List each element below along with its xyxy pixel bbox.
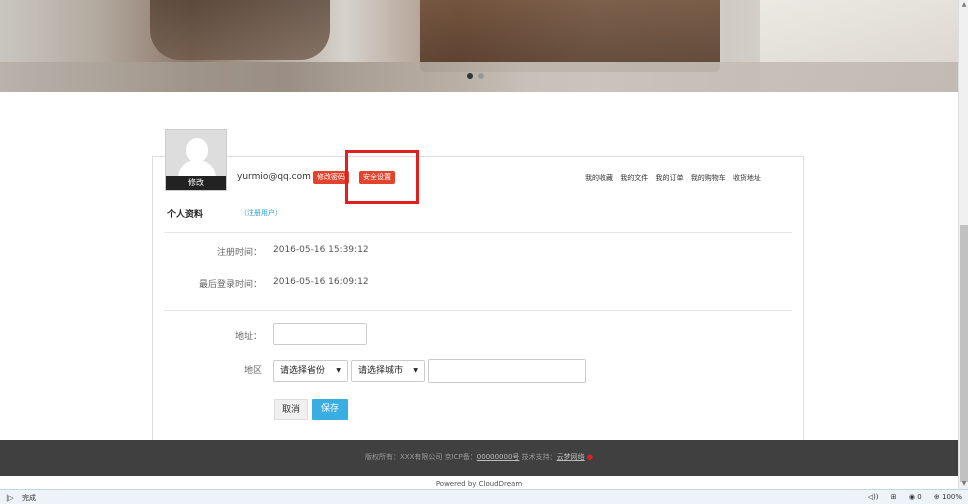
browser-status-bar: |▷ 完成 ◁)) ⊞ ◉ 0 ⊕ 100% [0, 489, 968, 504]
divider [164, 232, 792, 233]
speaker-icon[interactable]: ◁)) [868, 493, 879, 501]
avatar-edit-button[interactable]: 修改 [166, 176, 226, 190]
city-selected-value: 请选择城市 [358, 366, 404, 376]
carousel-dot-1[interactable] [467, 73, 473, 79]
link-files[interactable]: 我的文件 [620, 174, 648, 182]
link-cart[interactable]: 我的购物车 [691, 174, 726, 182]
blocked-count: 0 [917, 493, 922, 501]
last-login-label: 最后登录时间： [198, 280, 262, 290]
region-label: 地区 [243, 366, 262, 376]
carousel-dots [467, 73, 484, 79]
section-title: 个人资料 [167, 210, 204, 220]
status-text: 完成 [21, 494, 36, 502]
heart-icon: ● [586, 453, 593, 461]
powered-by: Powered by CloudDream [435, 480, 523, 488]
carousel-dot-2[interactable] [478, 73, 484, 79]
caret-down-icon: ▼ [413, 367, 418, 374]
register-time-label: 注册时间： [216, 248, 262, 258]
link-orders[interactable]: 我的订单 [655, 174, 683, 182]
scrollbar-thumb[interactable] [960, 225, 968, 482]
copyright-text: 版权所有：XXX有限公司 京ICP备： [364, 453, 477, 461]
avatar-head-icon [186, 138, 208, 162]
scroll-up-arrow-icon[interactable]: ▲ [959, 0, 968, 10]
province-select[interactable]: 请选择省份 ▼ [273, 360, 348, 382]
register-time-value: 2016-05-16 15:39:12 [273, 245, 369, 255]
cancel-button[interactable]: 取消 [274, 399, 308, 420]
highlight-box [345, 150, 419, 204]
address-label: 地址： [234, 332, 262, 342]
link-addresses[interactable]: 收货地址 [733, 174, 761, 182]
zoom-control[interactable]: ⊕ 100% [934, 493, 962, 501]
caret-down-icon: ▼ [336, 367, 341, 374]
save-button[interactable]: 保存 [312, 399, 348, 420]
change-password-button[interactable]: 修改密码 [313, 171, 349, 184]
banner-chair-image [150, 0, 330, 60]
last-login-value: 2016-05-16 16:09:12 [273, 277, 369, 287]
account-links: 我的收藏 我的文件 我的订单 我的购物车 收货地址 [585, 173, 766, 183]
user-type-label: （注册用户） [240, 209, 282, 217]
scroll-down-arrow-icon[interactable]: ▼ [959, 479, 968, 489]
address-detail-input[interactable] [428, 359, 586, 383]
zoom-level: 100% [941, 493, 962, 501]
hero-banner [0, 0, 958, 92]
download-icon[interactable]: ⊞ [891, 493, 897, 501]
province-selected-value: 请选择省份 [280, 366, 326, 376]
shield-icon[interactable]: ◉ 0 [909, 493, 922, 501]
support-prefix: 技术支持： [519, 453, 557, 461]
link-favorites[interactable]: 我的收藏 [585, 174, 613, 182]
address-input[interactable] [273, 323, 367, 345]
avatar[interactable]: 修改 [165, 129, 227, 191]
city-select[interactable]: 请选择城市 ▼ [351, 360, 425, 382]
icp-link[interactable]: 00000000号 [477, 453, 520, 461]
site-footer: 版权所有：XXX有限公司 京ICP备：00000000号 技术支持：云梦网络 ● [0, 440, 958, 476]
play-icon[interactable]: |▷ [6, 494, 14, 502]
user-email: yurmio@qq.com [237, 172, 311, 182]
footer-text: 版权所有：XXX有限公司 京ICP备：00000000号 技术支持：云梦网络 ● [0, 452, 958, 462]
vertical-scrollbar[interactable]: ▲ ▼ [958, 0, 968, 489]
status-right: ◁)) ⊞ ◉ 0 ⊕ 100% [858, 493, 962, 501]
support-link[interactable]: 云梦网络 [557, 453, 585, 461]
status-left: |▷ 完成 [6, 493, 36, 503]
divider [164, 310, 792, 311]
profile-card [152, 156, 804, 443]
